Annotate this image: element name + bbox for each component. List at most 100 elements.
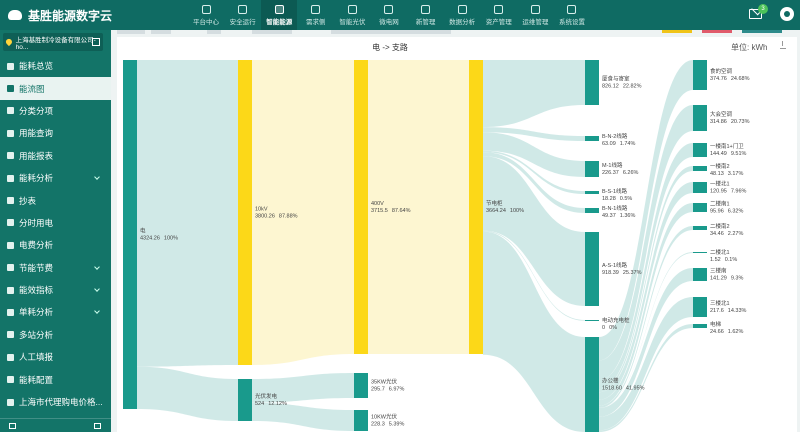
- node-t5[interactable]: [693, 182, 707, 193]
- brand[interactable]: 基胜能源数字云: [8, 0, 112, 30]
- collapse-icon[interactable]: [9, 423, 16, 429]
- node-t7[interactable]: [693, 226, 707, 230]
- node-bs1[interactable]: [585, 191, 599, 194]
- nav-item-2[interactable]: 智能能源: [261, 0, 298, 30]
- node-label: 400V: [371, 201, 384, 207]
- sidebar-item-9[interactable]: 节能节费: [0, 257, 111, 279]
- sidebar-item-label: 能效指标: [19, 285, 54, 296]
- chevron-down-icon: [94, 263, 100, 270]
- flow-link-dian-pv[interactable]: [137, 366, 238, 421]
- energy-flow-card: 电 4324.26 100% 10kV 3800.26 87.88% 光伏发电 524 12.1…: [117, 37, 797, 432]
- node-10kv[interactable]: [238, 60, 252, 365]
- qr-code-icon[interactable]: [92, 38, 100, 46]
- node-bn2[interactable]: [585, 136, 599, 141]
- sidebar-item-3[interactable]: 用能查询: [0, 122, 111, 144]
- sidebar-item-label: 分类分项: [19, 105, 54, 116]
- site-selector[interactable]: 上海基胜制冷设备有限公司-ho...: [3, 33, 103, 51]
- sidebar-item-10[interactable]: 能效指标: [0, 279, 111, 301]
- nav-item-0[interactable]: 平台中心: [188, 0, 224, 30]
- node-t3[interactable]: [693, 143, 707, 157]
- node-value-number: 374.76: [710, 76, 727, 82]
- nav-item-4[interactable]: 智能光伏: [334, 0, 370, 30]
- node-value-number: 18.28: [602, 196, 616, 202]
- nav-item-label: 资产管理: [485, 18, 512, 26]
- node-office[interactable]: [585, 337, 599, 432]
- node-as1[interactable]: [585, 232, 599, 306]
- sidebar-item-5[interactable]: 能耗分析: [0, 167, 111, 189]
- sidebar-item-1[interactable]: 能流图: [0, 77, 111, 100]
- flow-link-dian-10kv[interactable]: [137, 60, 238, 367]
- node-jdl[interactable]: [469, 60, 483, 354]
- sidebar-item-8[interactable]: 电费分析: [0, 234, 111, 256]
- node-ev[interactable]: [585, 320, 599, 321]
- main-nav: 平台中心 安全运行 智能能源 需求侧 智能光伏 微电网 新管理 数据分析 资产管理 运维管理 系统设…: [188, 0, 591, 30]
- nav-item-9[interactable]: 运维管理: [517, 0, 553, 30]
- node-t9[interactable]: [693, 268, 707, 281]
- node-t2[interactable]: [693, 105, 707, 131]
- flow-link-400v-jdl[interactable]: [368, 60, 469, 354]
- nav-item-label: 智能能源: [266, 18, 293, 26]
- sidebar-item-label: 电费分析: [19, 240, 54, 251]
- nav-item-1[interactable]: 安全运行: [225, 0, 261, 30]
- node-t10[interactable]: [693, 297, 707, 317]
- toolbar-yellow-button[interactable]: [662, 30, 692, 33]
- nav-item-3[interactable]: 需求侧: [298, 0, 334, 30]
- date-input[interactable]: [331, 30, 451, 34]
- node-t1[interactable]: [693, 60, 707, 90]
- flow-icon: [7, 85, 14, 93]
- sidebar-item-4[interactable]: 用能报表: [0, 145, 111, 167]
- location-pin-icon: [4, 37, 13, 47]
- node-pv[interactable]: [238, 379, 252, 421]
- sidebar-item-12[interactable]: 多站分析: [0, 324, 111, 346]
- node-value-pct: 5.39%: [389, 422, 405, 428]
- nav-item-7[interactable]: 数据分析: [444, 0, 480, 30]
- node-m1[interactable]: [585, 161, 599, 177]
- avatar[interactable]: [780, 7, 794, 21]
- sidebar-item-2[interactable]: 分类分项: [0, 100, 111, 122]
- node-value-number: 918.39: [602, 270, 619, 276]
- node-400v[interactable]: [354, 60, 368, 354]
- node-label: 光伏发电: [255, 392, 278, 400]
- node-t11[interactable]: [693, 324, 707, 328]
- node-value-pct: 20.73%: [731, 119, 750, 125]
- node-dian[interactable]: [123, 60, 137, 409]
- chevron-down-icon: [94, 308, 100, 315]
- nav-item-6[interactable]: 新管理: [408, 0, 444, 30]
- nav-item-5[interactable]: 微电网: [371, 0, 407, 30]
- toolbar-teal-button[interactable]: [742, 30, 782, 33]
- node-value: 217.6 14.33%: [710, 308, 747, 314]
- download-icon[interactable]: [780, 41, 786, 49]
- node-value: 18.28 0.5%: [602, 196, 632, 202]
- node-bn1[interactable]: [585, 208, 599, 213]
- toolbar-tab[interactable]: [252, 30, 292, 34]
- flow-link-jdl-fp[interactable]: [483, 60, 585, 128]
- node-value: 24.66 1.62%: [710, 329, 743, 335]
- node-t8[interactable]: [693, 252, 707, 253]
- node-value: 63.09 1.74%: [602, 141, 635, 147]
- node-pv10[interactable]: [354, 410, 368, 431]
- copy-icon[interactable]: [94, 423, 101, 429]
- nav-item-label: 需求侧: [306, 18, 326, 26]
- node-t4[interactable]: [693, 166, 707, 171]
- node-value: 141.29 9.3%: [710, 276, 743, 282]
- sidebar-item-0[interactable]: 能耗总览: [0, 55, 111, 77]
- sidebar-item-15[interactable]: 上海市代理购电价格...: [0, 391, 111, 413]
- node-pv35[interactable]: [354, 373, 368, 398]
- toolbar-red-button[interactable]: [702, 30, 732, 33]
- sidebar-item-14[interactable]: 能耗配置: [0, 368, 111, 390]
- sidebar-item-13[interactable]: 人工填报: [0, 346, 111, 368]
- flow-link-10kv-400v[interactable]: [252, 60, 354, 365]
- toolbar-tab[interactable]: [207, 30, 221, 34]
- sidebar-item-7[interactable]: 分时用电: [0, 212, 111, 234]
- node-label: 二楼南1: [710, 200, 730, 208]
- toolbar-tab[interactable]: [117, 30, 145, 34]
- nav-item-10[interactable]: 系统设置: [554, 0, 590, 30]
- sidebar-item-6[interactable]: 抄表: [0, 189, 111, 211]
- nav-item-label: 运维管理: [522, 18, 549, 26]
- sidebar-item-11[interactable]: 单耗分析: [0, 301, 111, 323]
- node-t6[interactable]: [693, 203, 707, 212]
- node-fp[interactable]: [585, 60, 599, 105]
- nav-item-8[interactable]: 资产管理: [481, 0, 517, 30]
- toolbar-tab[interactable]: [151, 30, 171, 34]
- node-value: 95.96 6.32%: [710, 209, 743, 215]
